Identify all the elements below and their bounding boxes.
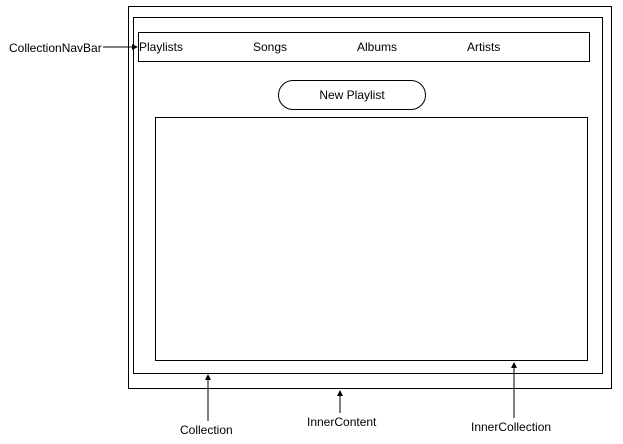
annotation-collection-nav-bar: CollectionNavBar	[9, 41, 102, 55]
nav-item-artists[interactable]: Artists	[467, 40, 500, 54]
nav-item-albums[interactable]: Albums	[357, 40, 397, 54]
new-playlist-button-label: New Playlist	[319, 88, 385, 102]
annotation-inner-collection: InnerCollection	[471, 420, 552, 434]
annotation-inner-content: InnerContent	[307, 415, 377, 429]
annotation-collection: Collection	[180, 423, 233, 437]
nav-item-playlists[interactable]: Playlists	[139, 40, 183, 54]
new-playlist-button[interactable]: New Playlist	[278, 80, 426, 110]
nav-item-songs[interactable]: Songs	[253, 40, 287, 54]
inner-collection-box	[155, 117, 588, 361]
